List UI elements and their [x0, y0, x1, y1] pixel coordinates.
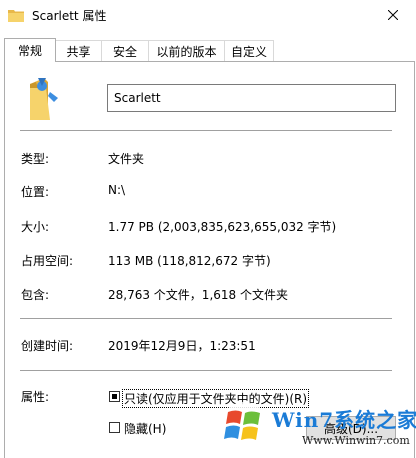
- created-value: 2019年12月9日，1:23:51: [108, 339, 256, 353]
- separator: [20, 318, 392, 319]
- window-title: Scarlett 属性: [32, 9, 107, 23]
- contains-label: 包含:: [21, 288, 50, 302]
- tab-general[interactable]: 常规: [4, 38, 56, 62]
- type-value: 文件夹: [108, 152, 145, 166]
- readonly-checkbox[interactable]: [109, 391, 120, 402]
- close-button[interactable]: [370, 0, 416, 30]
- location-value: N:\: [108, 183, 126, 197]
- separator: [20, 370, 392, 371]
- watermark-url: Www.Winwin7.com: [302, 434, 410, 447]
- title-bar: Scarlett 属性: [0, 0, 416, 30]
- tab-bar: 常规 共享 安全 以前的版本 自定义: [0, 38, 416, 62]
- created-label: 创建时间:: [21, 339, 74, 353]
- tab-sharing[interactable]: 共享: [55, 40, 102, 61]
- separator: [20, 130, 392, 131]
- size-on-disk-label: 占用空间:: [21, 254, 74, 268]
- tab-customize[interactable]: 自定义: [224, 40, 274, 61]
- watermark-title: Win7系统之家: [272, 408, 416, 432]
- windows-logo-icon: [220, 402, 268, 450]
- size-on-disk-value: 113 MB (118,812,672 字节): [108, 254, 271, 268]
- size-value: 1.77 PB (2,003,835,623,655,032 字节): [108, 220, 337, 234]
- hidden-checkbox[interactable]: [109, 422, 120, 433]
- contains-value: 28,763 个文件，1,618 个文件夹: [108, 288, 288, 302]
- tab-previous-versions[interactable]: 以前的版本: [148, 40, 225, 61]
- attributes-label: 属性:: [21, 390, 50, 404]
- close-icon: [388, 10, 398, 20]
- shared-folder-icon: [30, 78, 58, 120]
- name-field[interactable]: [107, 84, 396, 112]
- folder-icon: [8, 10, 24, 22]
- hidden-label[interactable]: 隐藏(H): [124, 420, 166, 437]
- tab-security[interactable]: 安全: [101, 40, 149, 61]
- location-label: 位置:: [21, 185, 50, 199]
- size-label: 大小:: [21, 220, 50, 234]
- watermark: Win7系统之家 Www.Winwin7.com: [218, 400, 416, 454]
- type-label: 类型:: [21, 152, 50, 166]
